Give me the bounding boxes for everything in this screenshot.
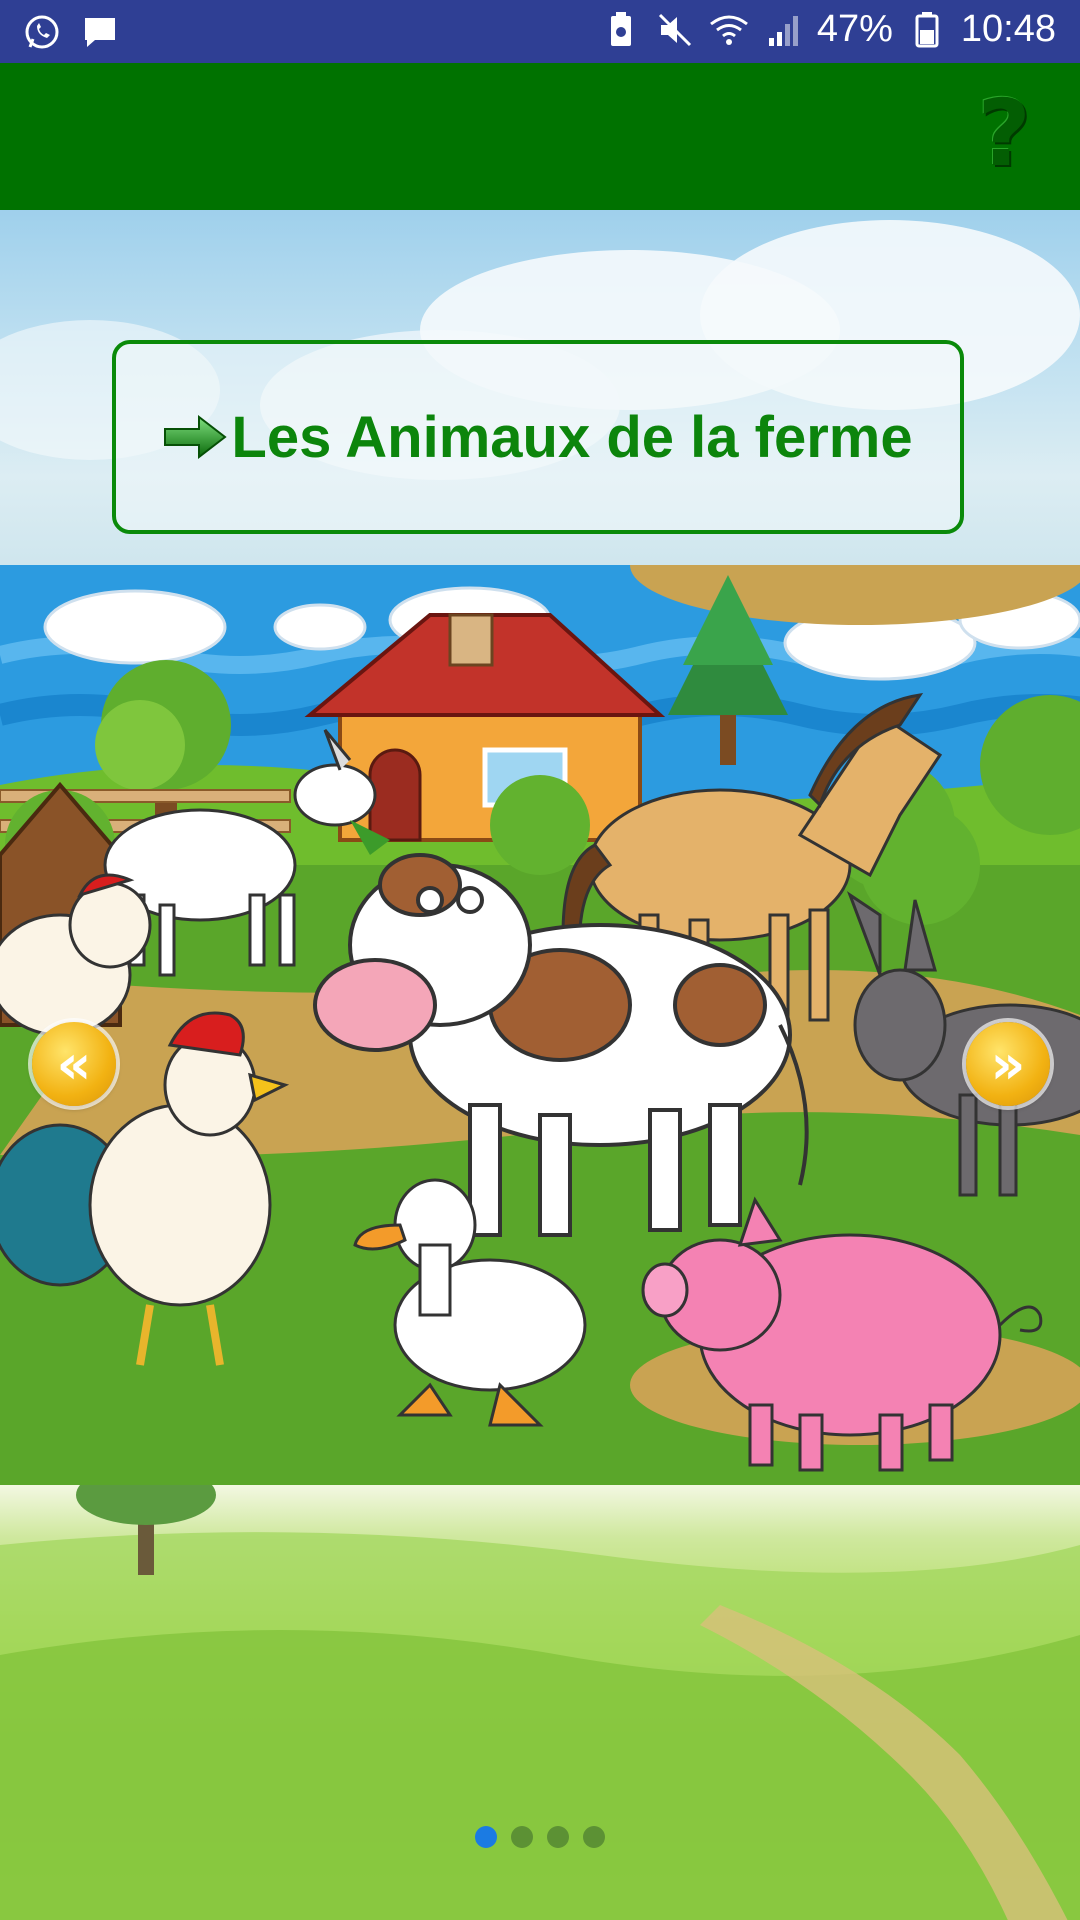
page-dot-2[interactable] [511,1826,533,1848]
clock: 10:48 [960,8,1056,50]
wifi-icon [709,15,748,45]
battery-icon [915,11,939,47]
app-toolbar: ? [0,63,1080,210]
page-dot-4[interactable] [583,1826,605,1848]
question-mark-icon: ? [977,79,1031,187]
double-chevron-left-icon: « [56,1032,92,1096]
message-icon [85,18,115,47]
mute-icon [658,13,691,46]
help-button[interactable]: ? [964,80,1044,187]
previous-button[interactable]: « [32,1022,116,1106]
status-bar: 47% 10:48 [0,0,1080,63]
category-title-card[interactable]: Les Animaux de la ferme [112,340,964,534]
signal-icon [768,15,798,46]
next-button[interactable]: » [966,1022,1050,1106]
whatsapp-icon [25,15,59,49]
right-arrow-icon [164,415,228,459]
battery-percent: 47% [816,8,893,50]
page-indicator [0,1826,1080,1848]
farm-animals-image [0,565,1080,1485]
meadow-illustration [0,1485,1080,1920]
meadow-background [0,1485,1080,1920]
double-chevron-right-icon: » [990,1032,1026,1096]
battery-saver-icon [610,11,631,46]
farm-scene-illustration [0,565,1080,1485]
category-title: Les Animaux de la ferme [231,404,913,470]
page-dot-1[interactable] [475,1826,497,1848]
page-dot-3[interactable] [547,1826,569,1848]
